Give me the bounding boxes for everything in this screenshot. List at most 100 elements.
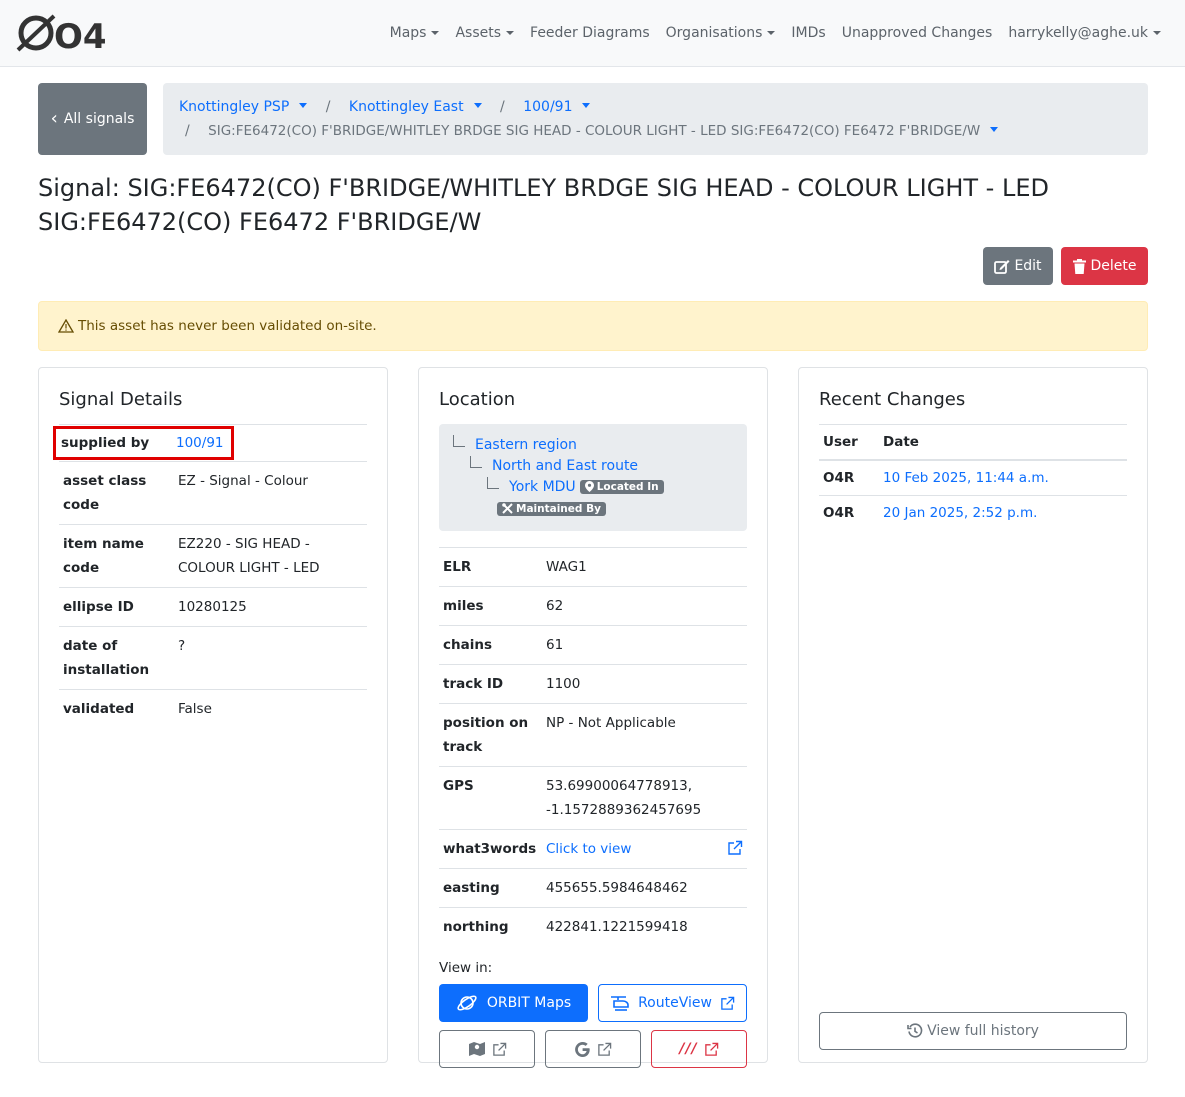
what3words-button[interactable]: /// [651,1030,747,1068]
row-value: 61 [542,625,747,665]
nav-assets[interactable]: Assets [447,25,522,41]
external-link-icon [704,1042,718,1056]
row-value: 62 [542,586,747,626]
orbit-maps-button[interactable]: ORBIT Maps [439,984,588,1022]
tree-region: Eastern region [453,434,733,455]
row-key: northing [439,907,542,946]
row-key: miles [439,586,542,626]
breadcrumb: Knottingley PSP / Knottingley East / 100… [163,83,1148,155]
table-row: track ID 1100 [439,664,747,704]
all-signals-button[interactable]: ‹ All signals [38,83,147,155]
breadcrumb-separator: / [500,99,505,115]
edit-label: Edit [1014,258,1042,274]
delete-button[interactable]: Delete [1061,247,1148,285]
breadcrumb-item-psp[interactable]: Knottingley PSP [179,99,308,115]
nav-user-menu[interactable]: harrykelly@aghe.uk [1000,25,1169,41]
chevron-down-icon[interactable] [582,102,591,108]
o4r-logo[interactable]: O4R [16,9,112,57]
orbit-maps-label: ORBIT Maps [486,995,572,1011]
row-key: date of installation [59,626,174,690]
external-link-icon[interactable] [727,840,743,856]
breadcrumb-separator: / [325,99,331,115]
routeview-label: RouteView [638,995,712,1011]
row-value: 53.69900064778913, -1.1572889362457695 [542,766,747,830]
delete-label: Delete [1090,258,1137,274]
chevron-down-icon[interactable] [299,102,308,108]
routeview-button[interactable]: RouteView [598,984,747,1022]
external-link-icon [598,1042,612,1056]
nav-organisations-label: Organisations [665,25,763,41]
row-value: ? [174,626,367,690]
located-in-badge: Located In [579,479,664,494]
edit-icon [994,259,1010,274]
breadcrumb-item-area[interactable]: Knottingley East [349,99,482,115]
chevron-down-icon [767,31,776,35]
table-row: miles 62 [439,586,747,626]
change-user: O4R [819,495,879,530]
chevron-left-icon: ‹ [50,108,58,129]
history-icon [907,1023,923,1038]
view-full-history-button[interactable]: View full history [819,1012,1127,1050]
recent-changes-card: Recent Changes User Date O4R 10 Feb 2025… [798,367,1148,1063]
nav-unapproved-changes[interactable]: Unapproved Changes [834,25,1001,41]
row-key: easting [439,868,542,908]
row-value: 422841.1221599418 [542,907,747,946]
row-key: item name code [59,524,174,588]
what3words-link[interactable]: Click to view [546,841,631,857]
change-date-link[interactable]: 20 Jan 2025, 2:52 p.m. [883,505,1037,521]
row-value: 455655.5984648462 [542,868,747,908]
table-row: supplied by 100/91 [53,424,367,462]
all-signals-label: All signals [63,111,135,127]
breadcrumb-active: SIG:FE6472(CO) F'BRIDGE/WHITLEY BRDGE SI… [208,123,981,139]
nav-imds-label: IMDs [791,25,826,41]
edit-button[interactable]: Edit [983,247,1053,285]
cards-row: Signal Details supplied by 100/91 asset … [38,367,1148,1068]
nav-maps[interactable]: Maps [382,25,448,41]
change-user: O4R [819,459,879,496]
nav-imds[interactable]: IMDs [783,25,833,41]
page-title-line2: SIG:FE6472(CO) FE6472 F'BRIDGE/W [38,208,482,236]
nav-feeder-diagrams[interactable]: Feeder Diagrams [522,25,658,41]
row-key: track ID [439,664,542,704]
row-value: EZ - Signal - Colour [174,461,367,525]
breadcrumb-separator: / [185,123,190,139]
tree-maintained: Maintained By [453,498,733,519]
chevron-down-icon [506,31,515,35]
chevron-down-icon[interactable] [990,126,999,132]
table-row: chains 61 [439,625,747,665]
table-row: O4R 20 Jan 2025, 2:52 p.m. [819,495,1127,530]
recent-changes-table: User Date O4R 10 Feb 2025, 11:44 a.m. O4… [819,424,1127,530]
signal-details-card: Signal Details supplied by 100/91 asset … [38,367,388,1063]
map-view-button[interactable] [439,1030,535,1068]
google-maps-button[interactable] [545,1030,641,1068]
map-pin-icon [584,481,594,492]
what3words-cell: Click to view [542,829,747,869]
row-key: position on track [439,703,542,767]
mdu-link[interactable]: York MDU [509,479,576,495]
supplied-by-link[interactable]: 100/91 [176,431,224,455]
breadcrumb-item-supply[interactable]: 100/91 [523,99,591,115]
region-link[interactable]: Eastern region [475,437,577,453]
location-title: Location [439,389,516,410]
row-key: ellipse ID [59,587,174,627]
view-full-history-label: View full history [927,1023,1039,1039]
main-container: ‹ All signals Knottingley PSP / Knotting… [0,83,1185,1068]
tree-route: North and East route [453,455,733,476]
top-navbar: O4R Maps Assets Feeder Diagrams Organisa… [0,0,1185,67]
warning-icon [58,319,74,333]
chevron-down-icon[interactable] [473,102,482,108]
row-key: validated [59,689,174,728]
what3words-icon: /// [679,1041,698,1057]
breadcrumb-item-label: Knottingley PSP [179,99,290,115]
table-header-row: User Date [819,424,1127,461]
nav-organisations[interactable]: Organisations [658,25,784,41]
view-in-buttons-secondary: /// [439,1030,747,1068]
route-link[interactable]: North and East route [492,458,638,474]
table-row: asset class code EZ - Signal - Colour [59,461,367,525]
chevron-down-icon [431,31,440,35]
table-row: position on track NP - Not Applicable [439,703,747,767]
tree-elbow-icon [470,455,482,468]
google-icon [575,1041,590,1057]
change-date-link[interactable]: 10 Feb 2025, 11:44 a.m. [883,470,1049,486]
map-icon [468,1042,485,1056]
